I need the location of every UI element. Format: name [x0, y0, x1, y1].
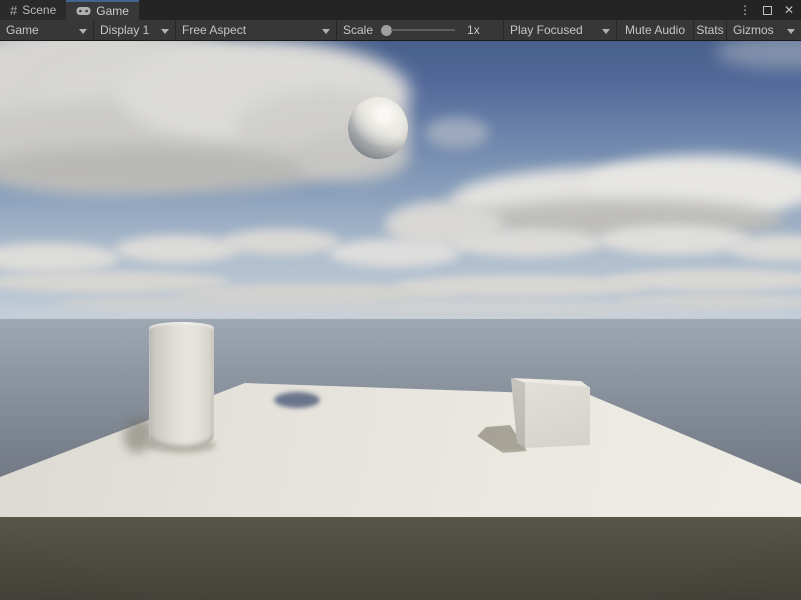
aspect-ratio-dropdown[interactable]: Free Aspect — [176, 20, 337, 40]
tab-scene[interactable]: # Scene — [0, 0, 66, 20]
chevron-down-icon — [787, 29, 795, 34]
tab-scene-label: Scene — [22, 3, 56, 17]
scale-slider-track[interactable] — [391, 29, 455, 31]
stats-button[interactable]: Stats — [694, 20, 727, 40]
play-focused-dropdown[interactable]: Play Focused — [504, 20, 617, 40]
mute-audio-button[interactable]: Mute Audio — [617, 20, 694, 40]
window-controls: ⋮ ✕ — [737, 0, 797, 20]
game-viewport[interactable] — [0, 41, 801, 600]
tab-game-label: Game — [96, 4, 129, 18]
chevron-down-icon — [322, 29, 330, 34]
play-focused-label: Play Focused — [510, 23, 583, 37]
window-menu-icon[interactable]: ⋮ — [737, 2, 753, 18]
stats-label: Stats — [696, 23, 723, 37]
chevron-down-icon — [79, 29, 87, 34]
grid-icon: # — [10, 4, 17, 17]
aspect-label: Free Aspect — [182, 23, 246, 37]
sphere — [348, 97, 408, 159]
scale-value: 1x — [467, 23, 480, 37]
cloud — [222, 229, 340, 255]
cloud — [0, 306, 801, 319]
sphere-shadow — [274, 392, 320, 408]
cylinder — [149, 322, 214, 448]
gizmos-label: Gizmos — [733, 23, 774, 37]
tab-bar: # Scene Game ⋮ ✕ — [0, 0, 801, 20]
scale-label: Scale — [343, 23, 373, 37]
cloud — [425, 117, 489, 149]
gamepad-icon — [76, 6, 91, 16]
cloud — [598, 225, 750, 255]
display-label: Display 1 — [100, 23, 149, 37]
ground — [0, 517, 801, 600]
scale-slider-group: Scale 1x — [337, 20, 504, 40]
cloud-layer — [0, 41, 801, 319]
cube-front-face — [525, 382, 590, 448]
unity-game-window: # Scene Game ⋮ ✕ Game Display 1 — [0, 0, 801, 600]
cloud — [328, 239, 460, 267]
cloud — [452, 229, 604, 257]
cloud — [0, 243, 120, 273]
cloud — [115, 235, 240, 263]
chevron-down-icon — [161, 29, 169, 34]
game-popup-label: Game — [6, 23, 39, 37]
mute-audio-label: Mute Audio — [625, 23, 685, 37]
game-view-toolbar: Game Display 1 Free Aspect Scale 1x Play… — [0, 20, 801, 41]
maximize-icon[interactable] — [759, 2, 775, 18]
tab-game[interactable]: Game — [66, 0, 139, 20]
cloud — [715, 41, 801, 69]
maximize-box — [763, 6, 772, 15]
close-icon[interactable]: ✕ — [781, 2, 797, 18]
cloud — [0, 146, 330, 191]
gizmos-dropdown[interactable]: Gizmos — [727, 20, 801, 40]
chevron-down-icon — [602, 29, 610, 34]
game-popup-dropdown[interactable]: Game — [0, 20, 94, 40]
display-dropdown[interactable]: Display 1 — [94, 20, 176, 40]
